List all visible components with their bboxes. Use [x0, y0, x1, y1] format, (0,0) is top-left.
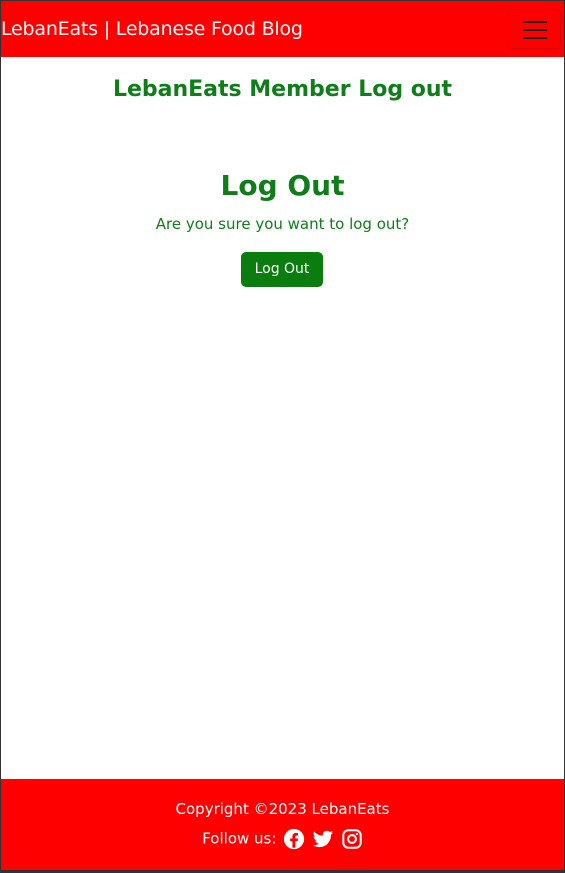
- logout-title: Log Out: [220, 169, 345, 202]
- logout-button[interactable]: Log Out: [241, 252, 323, 287]
- page-heading: LebanEats Member Log out: [112, 77, 453, 102]
- hamburger-menu-icon-middle-bar: [523, 29, 547, 31]
- follow-us-label: Follow us:: [202, 829, 277, 848]
- browser-viewport: LebanEats | Lebanese Food Blog LebanEats…: [0, 0, 565, 873]
- copyright-text: Copyright ©2023 LebanEats: [175, 800, 390, 818]
- navbar-toggler-button[interactable]: [507, 9, 561, 49]
- navbar-brand[interactable]: LebanEats | Lebanese Food Blog: [1, 17, 303, 41]
- footer: Copyright ©2023 LebanEats Follow us:: [1, 779, 564, 870]
- hamburger-menu-icon-bottom-bar: [523, 37, 547, 39]
- twitter-icon[interactable]: [312, 828, 334, 850]
- logout-confirmation-text: Are you sure you want to log out?: [155, 215, 410, 233]
- follow-us-row: Follow us:: [1, 825, 564, 852]
- instagram-icon[interactable]: [341, 828, 363, 850]
- facebook-icon[interactable]: [283, 828, 305, 850]
- navbar: LebanEats | Lebanese Food Blog: [1, 1, 564, 57]
- hamburger-menu-icon: [523, 21, 547, 23]
